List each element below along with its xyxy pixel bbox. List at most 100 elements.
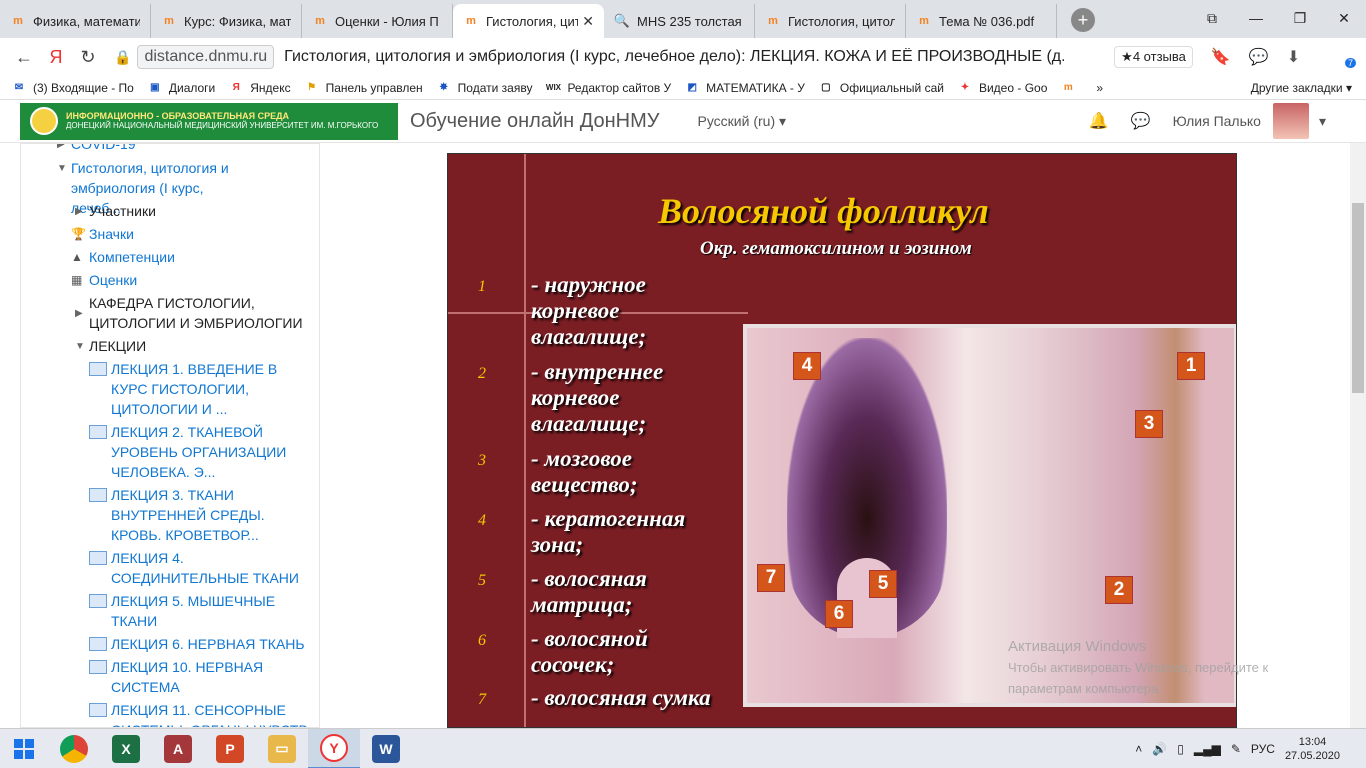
taskbar-app[interactable]: A <box>152 729 204 768</box>
browser-tab-active[interactable]: m Гистология, цит ✕ <box>453 4 604 38</box>
micrograph-marker: 1 <box>1177 352 1205 380</box>
legend-label: - волосяная сумка <box>531 685 711 710</box>
bookmark-item[interactable]: Я Яндекс <box>229 81 291 95</box>
page-icon <box>89 703 107 717</box>
nav-lecture-item[interactable]: ЛЕКЦИЯ 2. ТКАНЕВОЙ УРОВЕНЬ ОРГАНИЗАЦИИ Ч… <box>89 422 299 482</box>
bookmark-item[interactable]: ▢ Официальный сай <box>819 81 944 95</box>
bookmarks-bar: ✉ (3) Входящие - По ▣ Диалоги Я Яндекс ⚑ Пан… <box>0 76 1366 100</box>
browser-tab[interactable]: m Физика, математи <box>0 4 151 38</box>
bookmark-item[interactable]: ▣ Диалоги <box>148 81 215 95</box>
nav-participants[interactable]: ▶ Участники <box>75 201 156 222</box>
browser-tab[interactable]: m Гистология, цитол <box>755 4 906 38</box>
downloads-badge: 7 <box>1344 58 1356 68</box>
nav-badges[interactable]: 🏆 Значки <box>71 224 134 244</box>
browser-tab[interactable]: 🔍 MHS 235 толстая <box>604 4 755 38</box>
pen-icon[interactable]: ✎ <box>1231 742 1241 756</box>
taskbar-app[interactable]: Y <box>308 728 360 768</box>
url-host[interactable]: distance.dnmu.ru <box>137 45 275 69</box>
chevron-right-icon: ▶ <box>57 143 65 150</box>
bookmark-item[interactable]: ✸ Подати заяву <box>437 81 532 95</box>
taskbar-app[interactable]: W <box>360 729 412 768</box>
network-icon[interactable]: ▂▄▆ <box>1194 742 1221 756</box>
close-icon[interactable]: ✕ <box>582 13 594 30</box>
legend-number: 7 <box>478 691 486 708</box>
volume-icon[interactable]: 🔊 <box>1152 742 1167 756</box>
battery-icon[interactable]: ▯ <box>1177 742 1184 756</box>
window-controls: ⧉ — ❐ ✕ <box>1190 0 1366 36</box>
nav-grades[interactable]: ▦ Оценки <box>71 270 137 290</box>
legend-label: - кератогенная зона; <box>531 506 686 557</box>
scrollbar-thumb[interactable] <box>1352 203 1364 393</box>
legend-number: 6 <box>478 632 486 649</box>
more-bookmarks-icon[interactable]: » <box>1096 81 1103 95</box>
mail-icon: ✉ <box>14 82 24 93</box>
page-icon <box>89 637 107 651</box>
windows-activation-watermark: Активация Windows Чтобы активировать Win… <box>1008 638 1269 696</box>
legend-number: 2 <box>478 365 486 382</box>
extensions-icon[interactable]: 💬 <box>1249 47 1269 67</box>
micrograph-marker: 3 <box>1135 410 1163 438</box>
avatar[interactable] <box>1272 103 1309 139</box>
nav-lecture-item[interactable]: ЛЕКЦИЯ 5. МЫШЕЧНЫЕ ТКАНИ <box>89 591 299 631</box>
start-button[interactable] <box>0 729 48 768</box>
messages-icon[interactable]: 💬 <box>1131 111 1151 131</box>
micrograph-marker: 5 <box>869 570 897 598</box>
taskbar-app[interactable]: X <box>100 729 152 768</box>
taskbar-app[interactable]: P <box>204 729 256 768</box>
browser-tab[interactable]: m Оценки - Юлия П <box>302 4 453 38</box>
nav-covid[interactable]: ▶ COVID-19 <box>57 143 136 155</box>
language-indicator[interactable]: РУС <box>1251 742 1275 756</box>
page-scrollbar[interactable] <box>1350 143 1366 728</box>
nav-lecture-item[interactable]: ЛЕКЦИЯ 1. ВВЕДЕНИЕ В КУРС ГИСТОЛОГИИ, ЦИ… <box>89 359 299 419</box>
bookmark-item[interactable]: m <box>1061 81 1082 95</box>
maximize-icon[interactable]: ❐ <box>1278 0 1322 36</box>
taskbar-app[interactable]: ▭ <box>256 729 308 768</box>
micrograph-marker: 7 <box>757 564 785 592</box>
bookmark-icon[interactable]: 🔖 <box>1211 47 1231 67</box>
nav-lecture-item[interactable]: ЛЕКЦИЯ 4. СОЕДИНИТЕЛЬНЫЕ ТКАНИ <box>89 548 299 588</box>
nav-competencies[interactable]: ▲ Компетенции <box>71 247 175 267</box>
minimize-icon[interactable]: — <box>1234 0 1278 36</box>
bookmark-item[interactable]: ✉ (3) Входящие - По <box>12 81 134 95</box>
window-close-icon[interactable]: ✕ <box>1322 0 1366 36</box>
legend-number: 3 <box>478 452 486 469</box>
reviews-button[interactable]: ★4 отзыва <box>1114 46 1193 68</box>
bookmark-item[interactable]: ◩ МАТЕМАТИКА - У <box>685 81 804 95</box>
search-icon: 🔍 <box>613 13 631 28</box>
legend-label: - волосяная матрица; <box>531 566 647 617</box>
language-menu[interactable]: Русский (ru) ▾ <box>698 113 787 130</box>
nav-lecture-item[interactable]: ЛЕКЦИЯ 11. СЕНСОРНЫЕ СИСТЕМЫ. ОРГАНЫ ЧУВ… <box>89 700 309 727</box>
page-icon <box>89 551 107 565</box>
university-logo[interactable]: ИНФОРМАЦИОННО - ОБРАЗОВАТЕЛЬНАЯ СРЕДА ДОН… <box>20 102 398 140</box>
nav-lecture-item[interactable]: ЛЕКЦИЯ 3. ТКАНИ ВНУТРЕННЕЙ СРЕДЫ. КРОВЬ.… <box>89 485 299 545</box>
tray-chevron-icon[interactable]: ˄ <box>1135 742 1142 756</box>
downloads-icon[interactable]: ⬇ <box>1287 47 1300 67</box>
clock[interactable]: 13:04 27.05.2020 <box>1285 735 1340 763</box>
nav-lectures[interactable]: ▼ ЛЕКЦИИ <box>75 336 146 357</box>
page-title-in-address[interactable]: Гистология, цитология и эмбриология (I к… <box>284 48 1064 66</box>
browser-tab[interactable]: m Тема № 036.pdf <box>906 4 1057 38</box>
moodle-icon: m <box>768 15 778 27</box>
back-icon[interactable]: ← <box>8 47 40 68</box>
bookmark-item[interactable]: ✦ Видео - Goo <box>958 81 1048 95</box>
other-bookmarks[interactable]: Другие закладки ▾ <box>1251 81 1352 95</box>
lock-icon[interactable]: 🔒 <box>114 49 131 66</box>
reload-icon[interactable]: ↻ <box>72 47 104 68</box>
taskbar-app[interactable] <box>48 729 100 768</box>
page-icon <box>89 425 107 439</box>
nav-dept[interactable]: ▶ КАФЕДРА ГИСТОЛОГИИ, ЦИТОЛОГИИ И ЭМБРИОЛ… <box>75 293 315 333</box>
nav-lecture-item[interactable]: ЛЕКЦИЯ 10. НЕРВНАЯ СИСТЕМА <box>89 657 299 697</box>
tab-search-icon[interactable]: ⧉ <box>1190 0 1234 36</box>
moodle-icon: m <box>164 15 174 27</box>
new-tab-button[interactable]: + <box>1071 8 1095 32</box>
browser-tab[interactable]: m Курс: Физика, мат <box>151 4 302 38</box>
yandex-icon: Я <box>232 82 240 93</box>
yandex-icon[interactable]: Я <box>40 47 72 68</box>
bookmark-item[interactable]: WIX Редактор сайтов У <box>546 81 671 95</box>
site-name[interactable]: Обучение онлайн ДонНМУ <box>410 110 660 133</box>
user-menu-chevron-icon[interactable]: ▾ <box>1319 113 1326 130</box>
nav-lecture-item[interactable]: ЛЕКЦИЯ 6. НЕРВНАЯ ТКАНЬ <box>89 634 319 654</box>
notifications-icon[interactable]: 🔔 <box>1089 111 1109 131</box>
bookmark-item[interactable]: ⚑ Панель управлен <box>305 81 423 95</box>
user-name[interactable]: Юлия Палько <box>1173 113 1261 129</box>
